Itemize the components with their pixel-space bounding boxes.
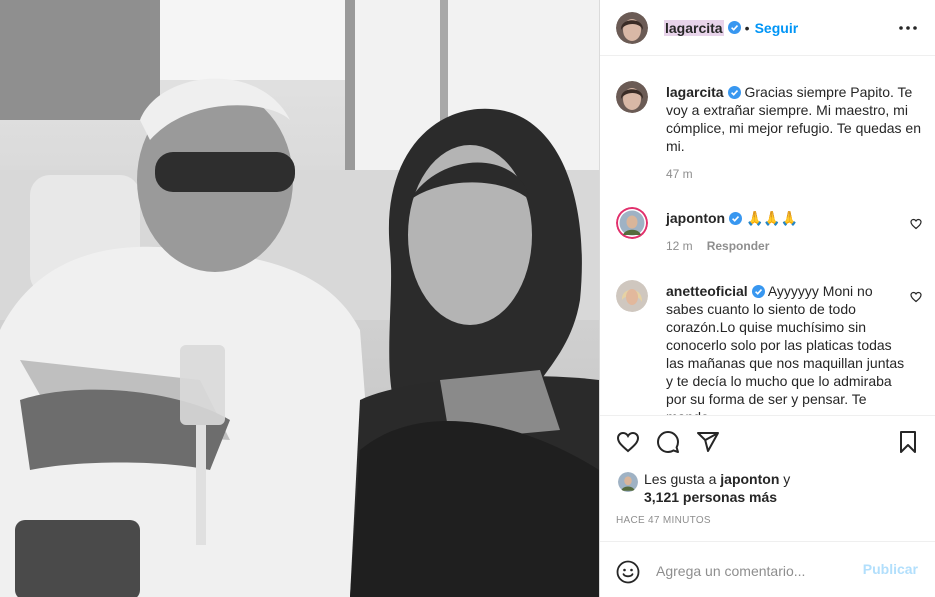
avatar[interactable] <box>618 472 638 492</box>
avatar[interactable] <box>616 11 648 44</box>
avatar[interactable] <box>616 207 648 239</box>
comment-meta: 47 m <box>666 165 922 183</box>
likes-joiner: y <box>783 471 791 487</box>
comment-meta: 12 m Responder <box>666 237 908 255</box>
likes-count[interactable]: 3,121 personas más <box>644 488 777 506</box>
post-header: lagarcita Seguir <box>600 0 935 56</box>
comment-text: Ayyyyyy Moni no sabes cuanto lo siento d… <box>666 283 905 415</box>
comments-list[interactable]: lagarcita Gracias siempre Papito. Te voy… <box>600 57 935 415</box>
save-bookmark-icon[interactable] <box>896 430 920 454</box>
comment-time[interactable]: 47 m <box>666 167 693 181</box>
publish-button[interactable]: Publicar <box>863 561 918 577</box>
comment-text: 🙏🙏🙏 <box>746 210 799 226</box>
verified-badge-icon <box>727 86 741 99</box>
photo-black-white-man-and-woman <box>0 0 599 597</box>
likes-user[interactable]: japonton <box>720 471 779 487</box>
comment-time[interactable]: 12 m <box>666 239 693 253</box>
avatar[interactable] <box>616 280 648 312</box>
verified-badge-icon <box>729 212 743 225</box>
post-photo[interactable] <box>0 0 599 597</box>
like-heart-icon[interactable] <box>616 430 640 454</box>
verified-badge-icon <box>727 21 741 34</box>
verified-badge-icon <box>751 285 765 298</box>
comment-bubble-icon[interactable] <box>656 430 680 454</box>
avatar[interactable] <box>616 81 648 113</box>
post-actions-bar <box>600 415 935 467</box>
likes-text: Les gusta a japonton y <box>644 470 935 488</box>
more-horizontal-icon[interactable] <box>898 18 918 38</box>
post-timestamp[interactable]: HACE 47 MINUTOS <box>616 515 711 526</box>
comment-username[interactable]: lagarcita <box>666 84 724 100</box>
comment-username[interactable]: anetteoficial <box>666 283 748 299</box>
post-sidebar: lagarcita Seguir lagarcita Gracias siemp… <box>599 0 935 597</box>
comment-username[interactable]: japonton <box>666 210 725 226</box>
likes-prefix: Les gusta a <box>644 471 717 487</box>
comment-input[interactable] <box>656 561 856 581</box>
follow-button[interactable]: Seguir <box>745 20 798 36</box>
emoji-icon[interactable] <box>616 560 640 584</box>
reply-button[interactable]: Responder <box>707 239 770 253</box>
add-comment-bar: Publicar <box>600 541 935 597</box>
share-paper-plane-icon[interactable] <box>696 430 720 454</box>
post-author-username[interactable]: lagarcita <box>664 19 724 36</box>
like-comment-heart-icon[interactable] <box>910 291 922 303</box>
like-comment-heart-icon[interactable] <box>910 218 922 230</box>
